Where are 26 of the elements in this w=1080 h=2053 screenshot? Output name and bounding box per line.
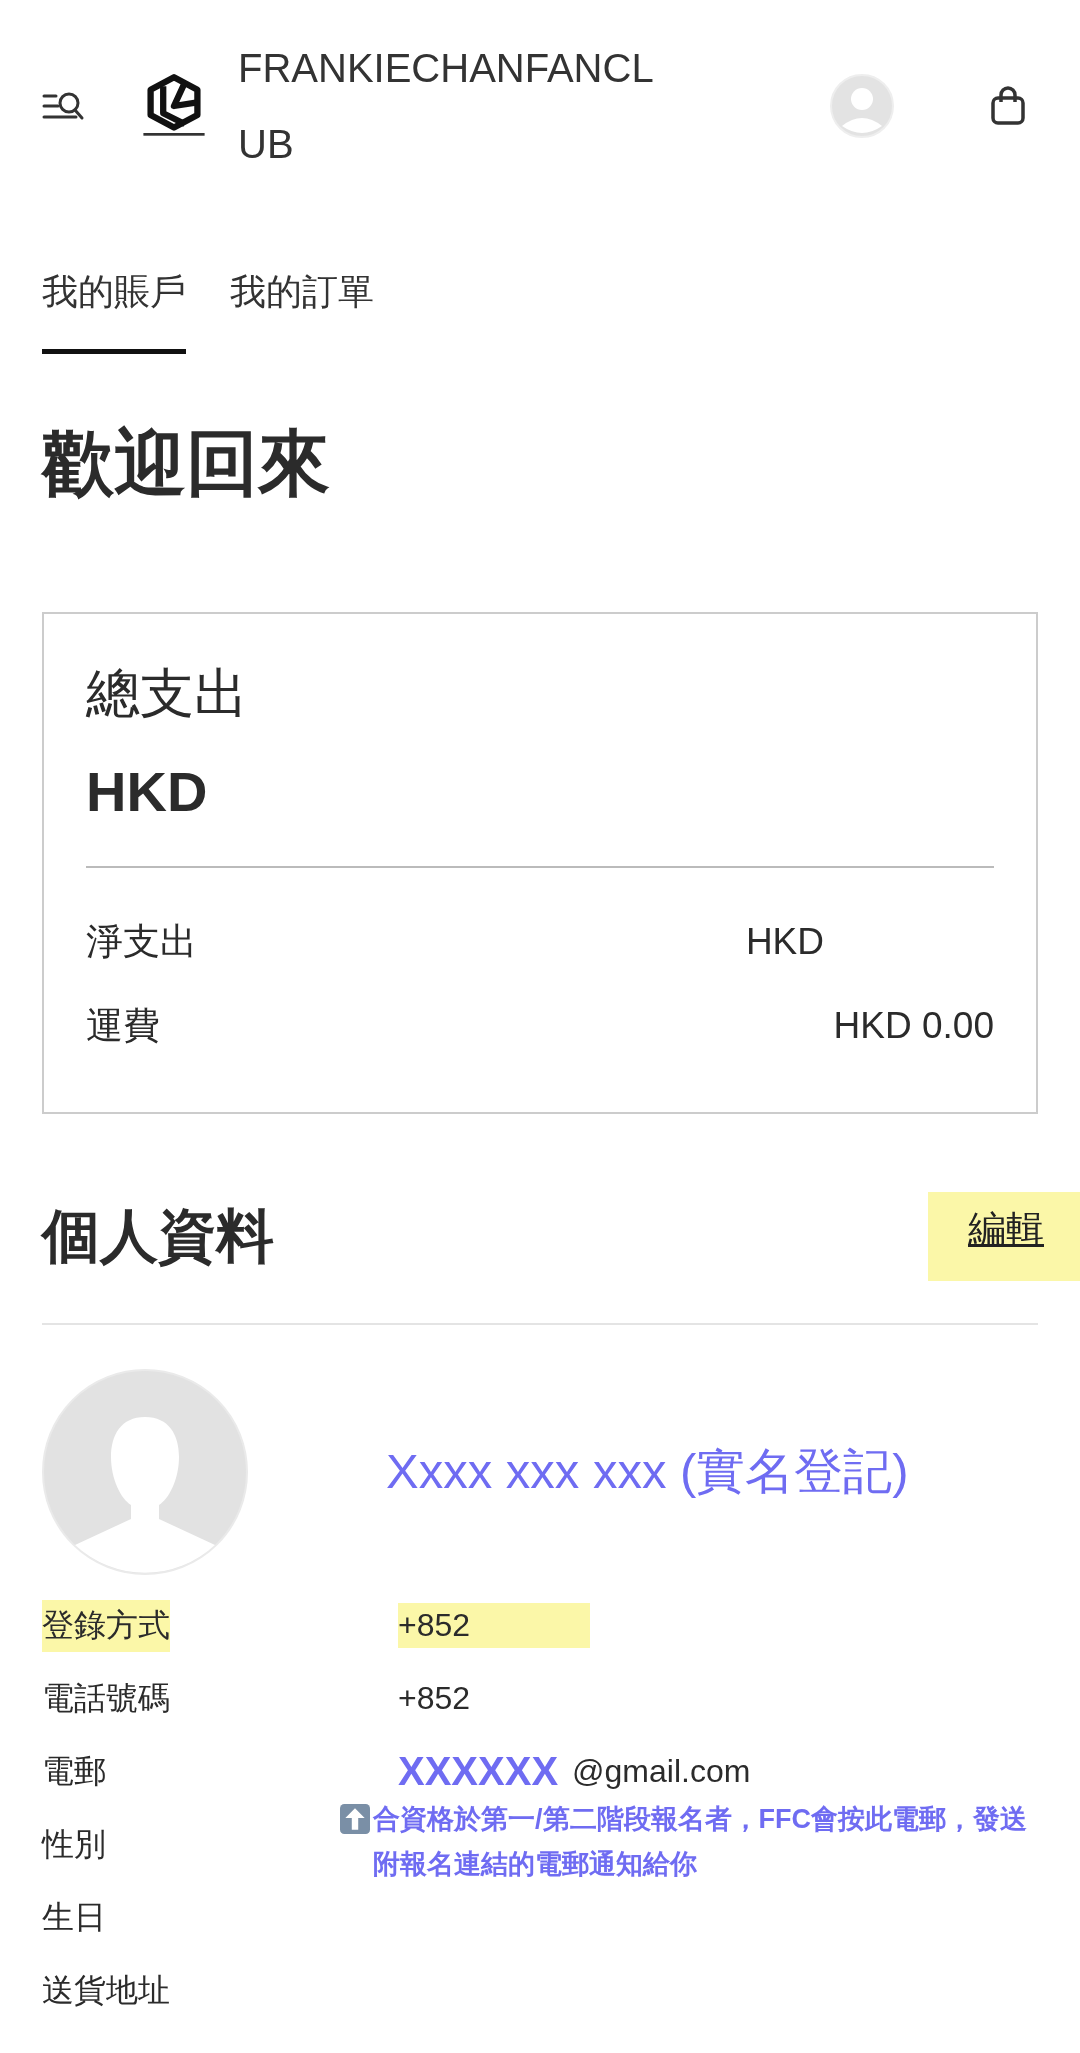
field-label: 登錄方式 — [42, 1599, 170, 1652]
row-value: HKD — [745, 920, 824, 964]
field-label: 送貨地址 — [42, 1970, 170, 2010]
field-label: 性別 — [42, 1824, 106, 1864]
field-label: 生日 — [42, 1897, 106, 1937]
tab[interactable]: 我的訂單 — [230, 268, 374, 354]
edit-link[interactable]: 編輯 — [928, 1192, 1080, 1281]
row-value: HKD 0.00 — [833, 1004, 994, 1048]
profile-avatar-icon — [42, 1369, 248, 1575]
field-label: 電話號碼 — [42, 1678, 170, 1718]
welcome-heading: 歡迎回來 — [42, 422, 331, 505]
card-title: 總支出 — [86, 662, 249, 725]
field-label: 電郵 — [42, 1751, 106, 1791]
section-heading: 個人資料 — [42, 1201, 274, 1270]
total-amount: HKD — [86, 759, 209, 824]
profile-name: Xxxx xxx xxx (實名登記) — [386, 1443, 909, 1500]
field-value: +852 — [398, 1680, 471, 1717]
row-label: 淨支出 — [86, 920, 197, 964]
row-label: 運費 — [86, 1004, 160, 1048]
field-value: +852 — [398, 1603, 591, 1648]
brand-name[interactable]: FRANKIECHANFANCLUB — [238, 30, 678, 182]
shopping-bag-icon[interactable] — [990, 86, 1026, 126]
tab[interactable]: 我的賬戶 — [42, 268, 186, 354]
redacted-text: XXXXXX — [398, 1749, 559, 1794]
annotation-note: 合資格於第一/第二階段報名者，FFC會按此電郵，發送附報名連結的電郵通知給你 — [373, 1803, 1028, 1881]
field-value: @gmail.com — [572, 1753, 751, 1790]
